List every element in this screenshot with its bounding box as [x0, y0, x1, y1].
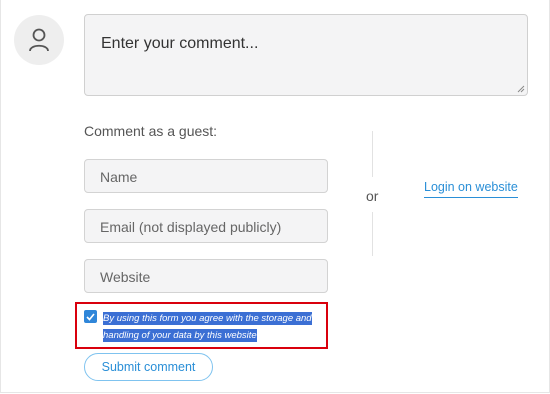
or-label: or — [366, 188, 379, 204]
resize-handle-icon[interactable] — [517, 85, 525, 93]
avatar — [14, 15, 64, 65]
comment-placeholder: Enter your comment... — [101, 35, 259, 52]
email-field[interactable]: Email (not displayed publicly) — [84, 209, 328, 243]
name-field[interactable]: Name — [84, 159, 328, 193]
login-on-website-link[interactable]: Login on website — [424, 180, 518, 198]
user-icon — [29, 28, 49, 52]
website-field[interactable]: Website — [84, 259, 328, 293]
consent-text: By using this form you agree with the st… — [103, 310, 323, 344]
website-placeholder: Website — [100, 269, 151, 285]
submit-comment-button[interactable]: Submit comment — [84, 353, 213, 381]
email-placeholder: Email (not displayed publicly) — [100, 219, 282, 235]
divider-line-bottom — [372, 212, 373, 256]
consent-text-line2: handling of your data by this website — [103, 329, 257, 342]
consent-checkbox[interactable] — [84, 310, 97, 323]
comment-textarea[interactable]: Enter your comment... — [84, 14, 528, 96]
guest-label: Comment as a guest: — [84, 123, 218, 139]
name-placeholder: Name — [100, 169, 138, 185]
divider-line-top — [372, 131, 373, 177]
consent-text-line1: By using this form you agree with the st… — [103, 312, 312, 325]
checkmark-icon — [86, 312, 95, 321]
